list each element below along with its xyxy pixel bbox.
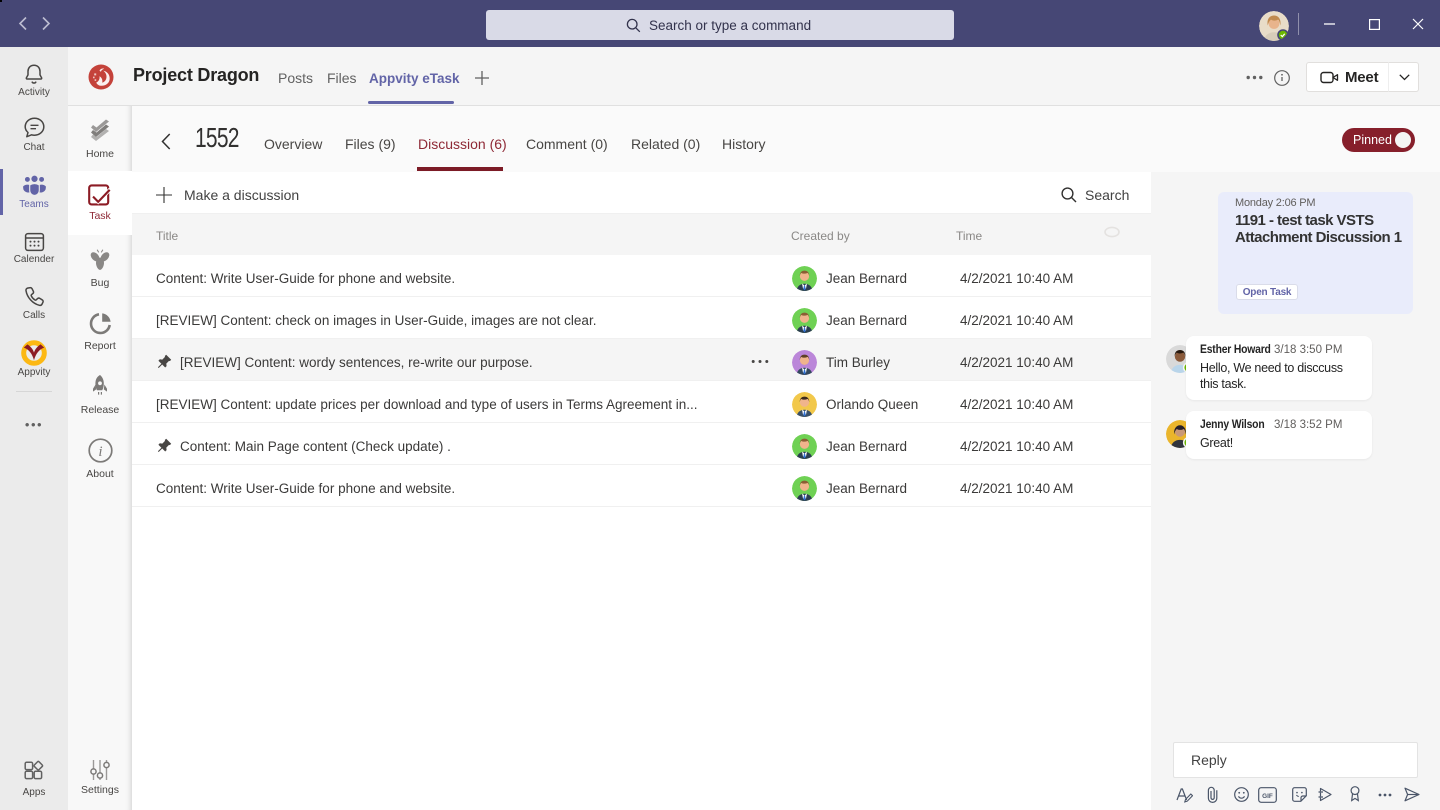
svg-text:i: i [98,444,102,460]
svg-text:GIF: GIF [1262,793,1273,800]
